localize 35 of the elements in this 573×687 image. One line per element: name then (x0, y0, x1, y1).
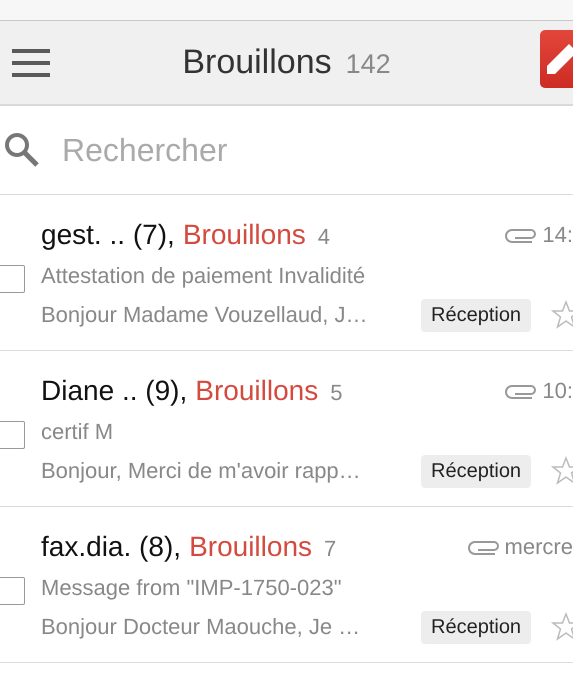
message-count: 142 (346, 49, 391, 80)
sender: fax.dia. (8), (41, 531, 182, 563)
subject: Attestation de paiement Invalidité (41, 262, 366, 290)
preview: Bonjour, Merci de m'avoir rapp… (41, 458, 362, 484)
time: 10: (542, 378, 573, 404)
sender: gest. .. (7), (41, 219, 175, 251)
folder-name: Brouillons (189, 531, 312, 563)
star-icon[interactable] (551, 300, 573, 330)
menu-icon[interactable] (12, 49, 50, 77)
folder-label: Réception (421, 610, 532, 644)
time: mercre (504, 534, 573, 560)
star-icon[interactable] (551, 456, 573, 486)
sender: Diane .. (9), (41, 375, 188, 407)
folder-name: Brouillons (182, 219, 306, 251)
search-field[interactable]: Rechercher (60, 130, 524, 170)
thread-count: 4 (318, 224, 330, 250)
message-row[interactable]: fax.dia. (8), Brouillons 7 mercre Message from "IMP-1750-023" Bonjour Docteur Maouche, Je … Réception (0, 507, 573, 663)
folder-label: Réception (421, 454, 532, 488)
checkbox[interactable] (0, 576, 25, 604)
message-row[interactable]: gest. .. (7), Brouillons 4 14: Attestation de paiement Invalidité Bonjour Madame Vouzellaud, J… Réception (0, 195, 573, 351)
message-row[interactable]: Diane .. (9), Brouillons 5 10: certif M Bonjour, Merci de m'avoir rapp… Réception (0, 351, 573, 507)
thread-count: 7 (324, 536, 336, 562)
folder-name: Brouillons (195, 375, 318, 407)
search-icon (4, 132, 40, 168)
folder-label: Réception (421, 298, 532, 332)
checkbox[interactable] (0, 420, 25, 448)
subject: certif M (41, 418, 114, 446)
folder-title: Brouillons (182, 43, 332, 82)
time: 14: (542, 222, 573, 248)
subject: Message from "IMP-1750-023" (41, 574, 343, 602)
preview: Bonjour Madame Vouzellaud, J… (41, 302, 369, 328)
star-icon[interactable] (551, 612, 573, 642)
preview: Bonjour Docteur Maouche, Je … (41, 614, 362, 640)
checkbox[interactable] (0, 264, 25, 292)
thread-count: 5 (330, 380, 342, 406)
